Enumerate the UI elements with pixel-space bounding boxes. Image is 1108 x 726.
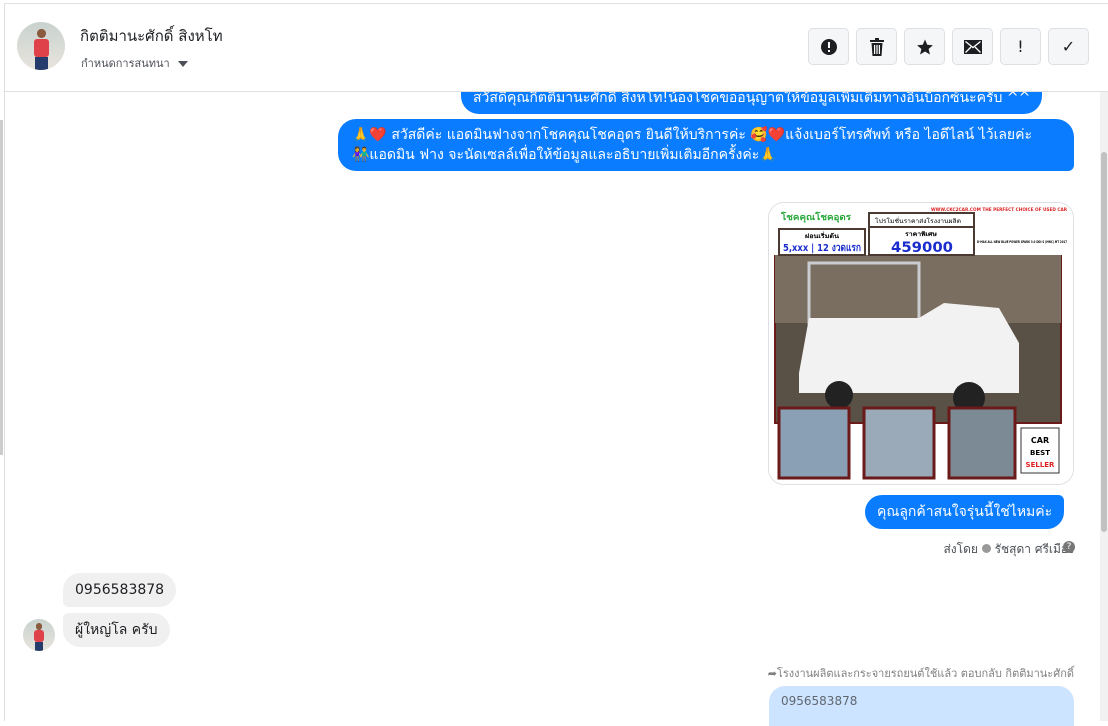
car-advert-image[interactable]: โชคคุณโชคอุดร WWW.CKC2CAR.COM THE PERFEC… xyxy=(768,202,1074,485)
ad-badge-word: CAR xyxy=(1031,436,1049,445)
conversation-header: กิตติมานะศักดิ์ สิงหโท กำหนดการสนทนา ! ✓ xyxy=(5,4,1108,92)
ad-badge-word: BEST xyxy=(1030,449,1050,457)
outgoing-message: คุณลูกค้าสนใจรุ่นนี้ใช่ไหมค่ะ xyxy=(865,495,1065,529)
star-button[interactable] xyxy=(904,28,945,65)
ad-site: WWW.CKC2CAR.COM THE PERFECT CHOICE OF US… xyxy=(931,207,1067,212)
mark-unread-button[interactable] xyxy=(952,28,993,65)
ad-promo: โปรโมชั่นราคาส่งโรงงานผลิต xyxy=(875,217,961,225)
sent-by-info: ส่งโดย รัชสุดา ศรีเมือง xyxy=(943,540,1074,559)
envelope-icon xyxy=(963,39,982,54)
left-scrollbar[interactable] xyxy=(0,120,3,455)
contact-avatar[interactable] xyxy=(17,22,65,70)
message-line: 👫แอดมิน ฟาง จะนัดเซลล์เพื่อให้ข้อมูลและอ… xyxy=(352,147,777,163)
incoming-message: ผู้ใหญ่โล ครับ xyxy=(63,613,170,647)
reply-note: ➦โรงงานผลิตและกระจายรถยนต์ใช้แล้ว ตอบกลั… xyxy=(768,664,1074,682)
contact-name[interactable]: กิตติมานะศักดิ์ สิงหโท xyxy=(80,24,223,48)
reply-note-text: โรงงานผลิตและกระจายรถยนต์ใช้แล้ว ตอบกลับ… xyxy=(776,667,1074,680)
ad-model: D-MAX ALL NEW BLUE POWER SPARK 3.0 DDI S… xyxy=(977,240,1067,244)
delete-button[interactable] xyxy=(856,28,897,65)
sender-name[interactable]: รัชสุดา ศรีเมือง xyxy=(995,542,1074,556)
ad-price-label: ราคาพิเศษ xyxy=(905,230,937,238)
mark-spam-button[interactable] xyxy=(808,28,849,65)
ad-badge-word: SELLER xyxy=(1026,461,1056,469)
outgoing-message: 🙏❤️ สวัสดีค่ะ แอดมินฟางจากโชคคุณโชคอุดร … xyxy=(338,119,1074,171)
scrollbar-thumb[interactable] xyxy=(1101,152,1107,532)
sent-by-label: ส่งโดย xyxy=(943,542,978,556)
reply-arrow-icon: ➦ xyxy=(767,667,777,680)
exclamation-circle-icon xyxy=(820,38,837,55)
ad-down-value: 5,xxx | 12 งวดแรก xyxy=(783,243,861,254)
scrollbar[interactable] xyxy=(1100,92,1108,721)
help-icon[interactable]: ? xyxy=(1063,541,1075,553)
ad-price: 459000 xyxy=(891,240,953,256)
quoted-reply: 0956583878 xyxy=(769,686,1074,726)
schedule-label: กำหนดการสนทนา xyxy=(81,57,170,70)
mark-done-button[interactable]: ✓ xyxy=(1048,28,1089,65)
exclamation-icon: ! xyxy=(1017,37,1024,56)
ad-brand: โชคคุณโชคอุดร xyxy=(780,211,851,223)
action-toolbar: ! ✓ xyxy=(808,28,1089,65)
message-line: 🙏❤️ สวัสดีค่ะ แอดมินฟางจากโชคคุณโชคอุดร … xyxy=(352,127,1033,143)
trash-icon xyxy=(869,37,884,56)
conversation-schedule-dropdown[interactable]: กำหนดการสนทนา xyxy=(81,54,188,72)
checkmark-icon: ✓ xyxy=(1061,37,1076,56)
verified-icon xyxy=(981,544,991,553)
star-icon xyxy=(916,39,933,54)
caret-down-icon xyxy=(177,61,188,67)
ad-down-label: ผ่อนเริ่มต้น xyxy=(805,231,840,240)
incoming-message: 0956583878 xyxy=(63,573,177,607)
car-photo: โชคคุณโชคอุดร WWW.CKC2CAR.COM THE PERFEC… xyxy=(769,203,1073,484)
contact-avatar-small[interactable] xyxy=(23,619,55,651)
follow-up-button[interactable]: ! xyxy=(1000,28,1041,65)
